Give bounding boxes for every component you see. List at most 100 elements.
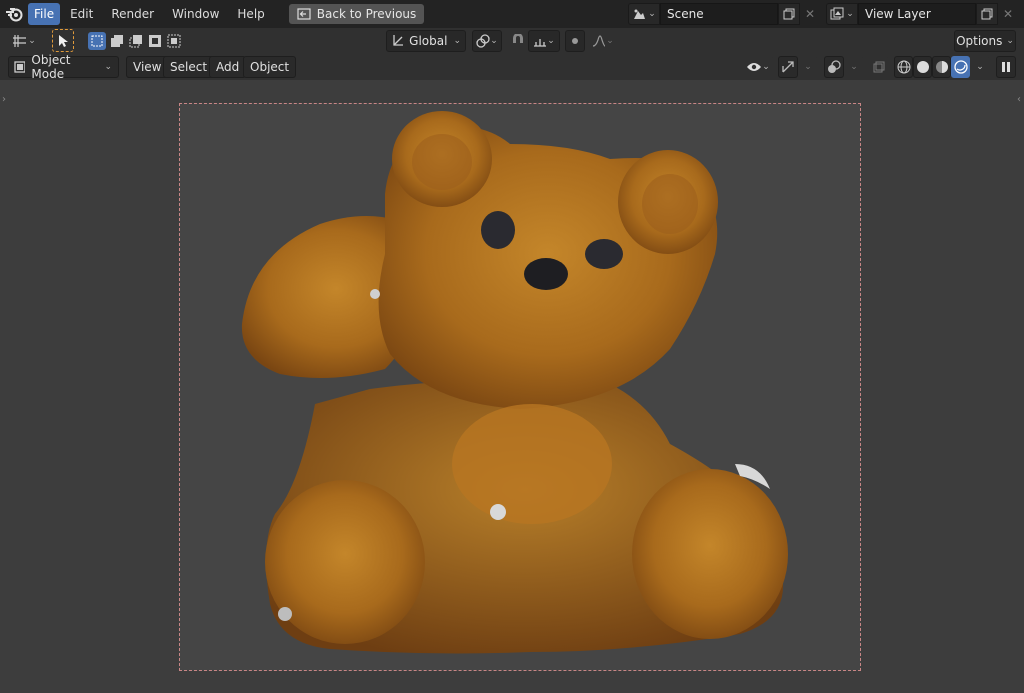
- toolbar-expand-icon[interactable]: ›: [2, 94, 6, 105]
- menu-edit[interactable]: Edit: [64, 3, 99, 25]
- scene-browse-button[interactable]: ⌄: [628, 3, 660, 25]
- wireframe-sphere-icon: [897, 60, 910, 74]
- select-new-icon: [91, 35, 103, 47]
- pivot-point-icon: [476, 34, 490, 48]
- view-layer-selector: ⌄ View Layer ✕: [826, 3, 1018, 25]
- select-mode-invert-button[interactable]: [146, 32, 164, 50]
- scene-selector: ⌄ Scene ✕: [628, 3, 820, 25]
- view-layer-new-button[interactable]: [976, 3, 998, 25]
- chevron-down-icon: ⌄: [1006, 36, 1014, 46]
- menu-window[interactable]: Window: [166, 3, 225, 25]
- orientation-value: Global: [409, 34, 448, 48]
- options-dropdown[interactable]: Options ⌄: [954, 30, 1016, 52]
- magnet-icon: [513, 34, 523, 43]
- falloff-dropdown[interactable]: ⌄: [588, 30, 618, 52]
- overlays-toggle[interactable]: [824, 56, 844, 78]
- view-layer-icon: [830, 7, 844, 20]
- xray-icon: [873, 61, 885, 73]
- menu-file[interactable]: File: [28, 3, 61, 25]
- sidebar-expand-icon[interactable]: ‹: [1017, 94, 1021, 105]
- chevron-down-icon: ⌄: [762, 62, 770, 72]
- shading-solid-button[interactable]: [913, 56, 932, 78]
- teddy-bear-model: [241, 111, 788, 654]
- shading-dropdown[interactable]: ⌄: [970, 56, 990, 78]
- snap-toggle[interactable]: [508, 30, 528, 52]
- chevron-down-icon: ⌄: [850, 62, 858, 72]
- scene-icon: [634, 9, 646, 19]
- tool-settings-bar: ⌄ Global ⌄ ⌄ ⌄ ⌄ Options ⌄: [0, 28, 1024, 54]
- blender-logo-icon[interactable]: [0, 0, 28, 28]
- chevron-down-icon: ⌄: [804, 62, 812, 72]
- pivot-icon: [13, 35, 27, 47]
- menu-select[interactable]: Select: [163, 56, 215, 78]
- 3d-viewport[interactable]: › ‹: [0, 80, 1024, 693]
- snap-increment-icon: [534, 39, 547, 47]
- chevron-down-icon: ⌄: [606, 36, 614, 46]
- chevron-down-icon: ⌄: [104, 62, 112, 72]
- viewport-header: Object Mode ⌄ View Select Add Object ⌄ ⌄…: [0, 53, 1024, 81]
- shading-rendered-button[interactable]: [951, 56, 970, 78]
- object-mode-icon: [14, 61, 26, 73]
- camera-frame: [179, 103, 861, 671]
- chevron-down-icon: ⌄: [453, 36, 461, 46]
- rendered-sphere-icon: [953, 60, 968, 74]
- chevron-down-icon: ⌄: [28, 36, 36, 46]
- menu-object[interactable]: Object: [243, 56, 297, 78]
- view-layer-browse-button[interactable]: ⌄: [826, 3, 858, 25]
- back-to-previous-label: Back to Previous: [316, 7, 417, 21]
- solid-sphere-icon: [916, 61, 929, 73]
- proportional-dot-icon: [572, 38, 578, 44]
- select-tool-button[interactable]: [52, 29, 74, 52]
- scene-name-field[interactable]: Scene: [660, 3, 778, 25]
- select-mode-extend-button[interactable]: [108, 32, 126, 50]
- transform-pivot-button[interactable]: ⌄: [8, 30, 40, 52]
- overlays-icon: [828, 60, 841, 73]
- chevron-down-icon: ⌄: [547, 36, 555, 46]
- back-icon: [297, 8, 311, 20]
- select-extend-icon: [111, 35, 123, 47]
- overlays-dropdown[interactable]: ⌄: [844, 56, 864, 78]
- copy-icon: [783, 8, 795, 20]
- menu-add[interactable]: Add: [209, 56, 247, 78]
- select-mode-intersect-button[interactable]: [165, 32, 183, 50]
- snap-target-dropdown[interactable]: ⌄: [528, 30, 560, 52]
- chevron-down-icon: ⌄: [846, 9, 854, 19]
- mode-value: Object Mode: [31, 53, 71, 81]
- select-invert-icon: [149, 35, 161, 47]
- gizmo-dropdown[interactable]: ⌄: [798, 56, 818, 78]
- gizmo-icon: [782, 61, 794, 73]
- transform-orientation-dropdown[interactable]: Global ⌄: [386, 30, 466, 52]
- pause-render-button[interactable]: [996, 56, 1016, 78]
- select-subtract-icon: [129, 35, 142, 48]
- scene-new-button[interactable]: [778, 3, 800, 25]
- eye-icon: [747, 63, 762, 71]
- select-mode-new-button[interactable]: [88, 32, 106, 50]
- mode-dropdown[interactable]: Object Mode ⌄: [8, 53, 119, 81]
- pivot-point-dropdown[interactable]: ⌄: [472, 30, 502, 52]
- falloff-curve-icon: [593, 35, 606, 47]
- visibility-dropdown[interactable]: ⌄: [742, 56, 774, 78]
- proportional-edit-toggle[interactable]: [565, 30, 585, 52]
- view-layer-close-icon[interactable]: ✕: [998, 3, 1018, 25]
- xray-toggle[interactable]: [869, 56, 889, 78]
- cursor-arrow-icon: [59, 34, 68, 47]
- menu-render[interactable]: Render: [105, 3, 160, 25]
- shading-material-button[interactable]: [932, 56, 951, 78]
- scene-close-icon[interactable]: ✕: [800, 3, 820, 25]
- options-label: Options: [956, 34, 1003, 48]
- back-to-previous-button[interactable]: Back to Previous: [288, 4, 425, 24]
- copy-icon: [981, 8, 993, 20]
- select-intersect-icon: [167, 34, 181, 48]
- chevron-down-icon: ⌄: [648, 9, 656, 19]
- view-layer-name-field[interactable]: View Layer: [858, 3, 976, 25]
- pause-icon: [1002, 62, 1010, 72]
- top-bar: File Edit Render Window Help Back to Pre…: [0, 0, 1024, 28]
- orientation-icon: [393, 35, 404, 46]
- menu-help[interactable]: Help: [231, 3, 270, 25]
- chevron-down-icon: ⌄: [976, 62, 984, 72]
- shading-wireframe-button[interactable]: [894, 56, 913, 78]
- chevron-down-icon: ⌄: [490, 36, 498, 46]
- gizmo-toggle[interactable]: [778, 56, 798, 78]
- select-mode-subtract-button[interactable]: [127, 32, 145, 50]
- material-sphere-icon: [935, 61, 948, 73]
